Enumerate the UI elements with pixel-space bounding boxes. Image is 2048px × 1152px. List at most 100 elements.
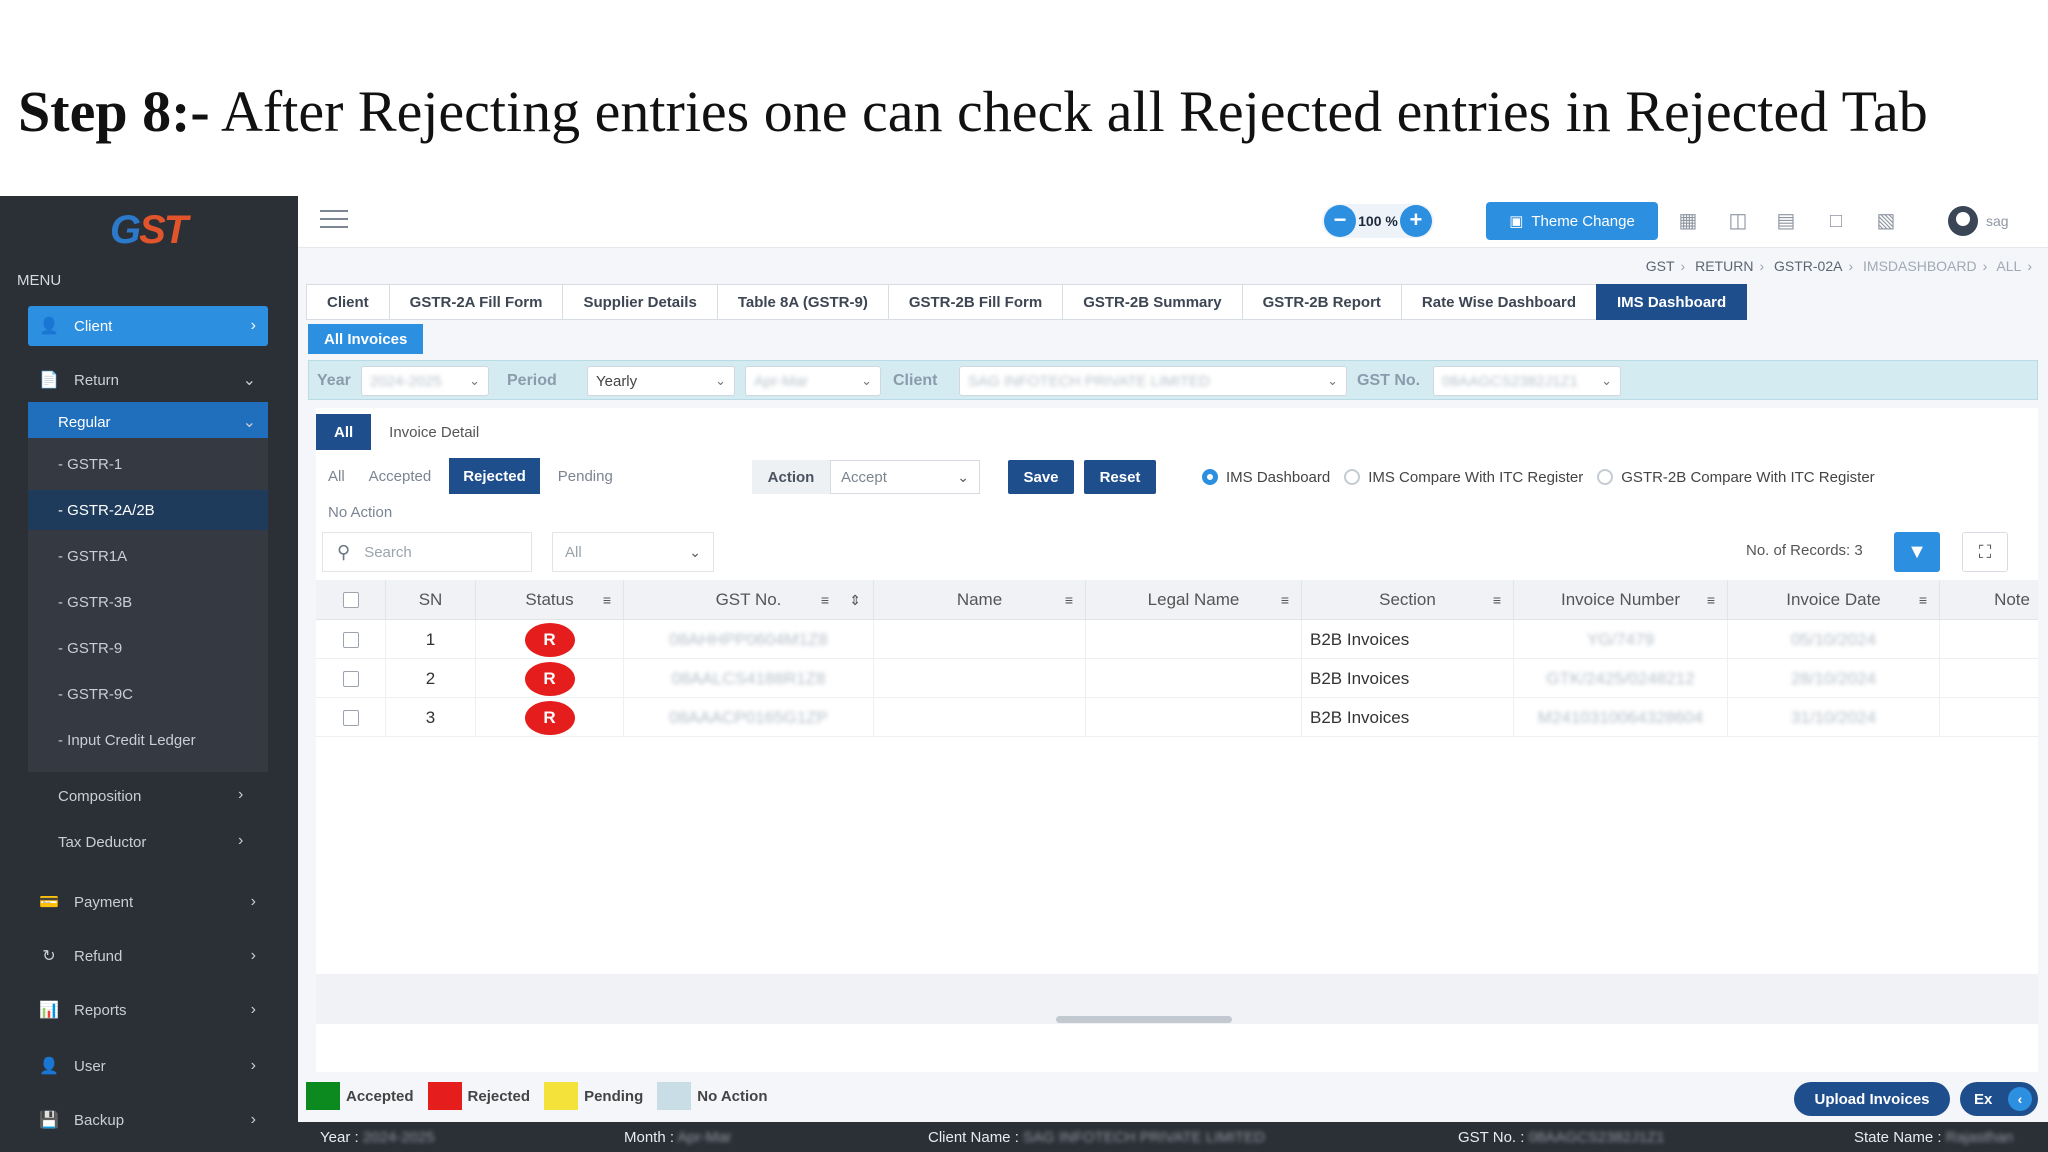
- reset-button[interactable]: Reset: [1084, 460, 1156, 494]
- rejected-status-badge: R: [524, 700, 575, 735]
- action-select[interactable]: Accept ⌄: [830, 460, 980, 494]
- sort-icon[interactable]: ⇕: [849, 592, 861, 609]
- record-count: No. of Records: 3: [1746, 542, 1863, 559]
- sidebar-subitem-gstr2a2b[interactable]: - GSTR-2A/2B: [28, 490, 268, 530]
- month-select[interactable]: Apr-Mar ⌄: [745, 366, 881, 396]
- logo-text-accent: ST: [139, 208, 188, 252]
- all-invoices-tab[interactable]: All Invoices: [308, 324, 424, 354]
- calendar-icon[interactable]: ▧: [1874, 210, 1898, 232]
- status-tab-pending[interactable]: Pending: [546, 458, 625, 494]
- column-filter-select[interactable]: All ⌄: [552, 532, 714, 572]
- table-row[interactable]: 1 R 08AHHPP0604M1Z8 B2B Invoices YG/7479…: [316, 620, 2038, 659]
- status-tab-accepted[interactable]: Accepted: [357, 458, 444, 494]
- status-tab-all[interactable]: All: [316, 458, 357, 494]
- sidebar-item-reports[interactable]: 📊 Reports ›: [28, 990, 268, 1030]
- column-menu-icon[interactable]: ≡: [1281, 592, 1289, 608]
- horizontal-scrollbar[interactable]: [1056, 1016, 1232, 1023]
- period-select[interactable]: Yearly ⌄: [587, 366, 735, 396]
- segment-invoice-detail[interactable]: Invoice Detail: [371, 414, 497, 450]
- filter-button[interactable]: ▼: [1894, 532, 1940, 572]
- sidebar-subitem-gstr9[interactable]: - GSTR-9: [28, 628, 268, 668]
- tab-ims-dashboard[interactable]: IMS Dashboard: [1595, 284, 1748, 320]
- column-header-note[interactable]: Note: [1940, 580, 2038, 620]
- column-menu-icon[interactable]: ≡: [1065, 592, 1073, 608]
- sidebar-subitem-gstr1[interactable]: - GSTR-1: [28, 444, 268, 484]
- row-checkbox[interactable]: [342, 709, 359, 726]
- column-menu-icon[interactable]: ≡: [821, 592, 829, 608]
- calculator-icon[interactable]: ▤: [1774, 210, 1798, 232]
- column-menu-icon[interactable]: ≡: [603, 592, 611, 608]
- export-button[interactable]: Ex ‹: [1960, 1082, 2038, 1116]
- tab-gstr2a-fill-form[interactable]: GSTR-2A Fill Form: [388, 284, 563, 320]
- breadcrumb-item[interactable]: ALL: [1996, 258, 2021, 274]
- column-header-gst-no[interactable]: GST No. ≡ ⇕: [624, 580, 874, 620]
- year-select[interactable]: 2024-2025 ⌄: [361, 366, 489, 396]
- sidebar-item-backup[interactable]: 💾 Backup ›: [28, 1100, 268, 1140]
- tab-gstr2b-report[interactable]: GSTR-2B Report: [1241, 284, 1401, 320]
- hamburger-menu-icon[interactable]: [320, 210, 348, 230]
- save-button[interactable]: Save: [1008, 460, 1074, 494]
- radio-ims-dashboard[interactable]: [1202, 469, 1218, 485]
- sidebar-item-return[interactable]: 📄 Return ⌄: [28, 360, 268, 400]
- upload-invoices-button[interactable]: Upload Invoices: [1794, 1082, 1950, 1116]
- tab-rate-wise-dashboard[interactable]: Rate Wise Dashboard: [1400, 284, 1596, 320]
- tab-gstr2b-summary[interactable]: GSTR-2B Summary: [1062, 284, 1242, 320]
- sidebar-item-composition[interactable]: Composition: [58, 788, 141, 805]
- user-profile[interactable]: sag: [1948, 206, 2038, 236]
- sidebar-item-regular[interactable]: Regular ⌄: [28, 402, 268, 442]
- tab-client[interactable]: Client: [306, 284, 389, 320]
- column-header-invoice-number[interactable]: Invoice Number ≡: [1514, 580, 1728, 620]
- tab-table-8a[interactable]: Table 8A (GSTR-9): [716, 284, 888, 320]
- sidebar-item-tax-deductor[interactable]: Tax Deductor: [58, 834, 146, 851]
- column-header-sn[interactable]: SN: [386, 580, 476, 620]
- table-row[interactable]: 3 R 08AAACP0165G1ZP B2B Invoices M241031…: [316, 698, 2038, 737]
- column-menu-icon[interactable]: ≡: [1493, 592, 1501, 608]
- zoom-control: − 100 % +: [1322, 204, 1434, 238]
- theme-change-button[interactable]: ▣ Theme Change: [1486, 202, 1658, 240]
- column-header-name[interactable]: Name ≡: [874, 580, 1086, 620]
- column-header-legal-name[interactable]: Legal Name ≡: [1086, 580, 1302, 620]
- chevron-left-icon[interactable]: ‹: [2008, 1087, 2032, 1111]
- breadcrumb-item[interactable]: RETURN: [1695, 258, 1753, 274]
- grid-icon[interactable]: ▦: [1676, 210, 1700, 232]
- column-header-invoice-date[interactable]: Invoice Date ≡: [1728, 580, 1940, 620]
- zoom-out-button[interactable]: −: [1324, 205, 1356, 237]
- row-checkbox[interactable]: [342, 670, 359, 687]
- sidebar-item-refund[interactable]: ↻ Refund ›: [28, 936, 268, 976]
- client-select[interactable]: SAG INFOTECH PRIVATE LIMITED ⌄: [959, 366, 1347, 396]
- gst-no-select[interactable]: 08AAGCS2382J1Z1 ⌄: [1433, 366, 1621, 396]
- row-checkbox[interactable]: [342, 631, 359, 648]
- sidebar-item-client[interactable]: 👤 Client ›: [28, 306, 268, 346]
- sidebar-subitem-gstr3b[interactable]: - GSTR-3B: [28, 582, 268, 622]
- tab-gstr2b-fill-form[interactable]: GSTR-2B Fill Form: [887, 284, 1063, 320]
- column-label: Section: [1379, 590, 1436, 609]
- sidebar-subitem-gstr1a[interactable]: - GSTR1A: [28, 536, 268, 576]
- radio-gstr2b-compare-itc[interactable]: [1597, 469, 1614, 485]
- tab-supplier-details[interactable]: Supplier Details: [562, 284, 717, 320]
- section-cell: B2B Invoices: [1302, 659, 1514, 698]
- building-icon[interactable]: ◫: [1726, 210, 1750, 232]
- select-all-checkbox[interactable]: [342, 592, 359, 608]
- breadcrumb-item[interactable]: IMSDASHBOARD: [1863, 258, 1977, 274]
- status-tab-rejected[interactable]: Rejected: [449, 458, 540, 494]
- invoice-date-value: 31/10/2024: [1790, 707, 1877, 727]
- legal-name-cell: [1086, 698, 1302, 737]
- table-row[interactable]: 2 R 08AALCS4188R1Z8 B2B Invoices GTK/242…: [316, 659, 2038, 698]
- segment-all[interactable]: All: [316, 414, 372, 450]
- sidebar-item-user[interactable]: 👤 User ›: [28, 1046, 268, 1086]
- column-header-section[interactable]: Section ≡: [1302, 580, 1514, 620]
- breadcrumb-item[interactable]: GST: [1646, 258, 1675, 274]
- column-menu-icon[interactable]: ≡: [1919, 592, 1927, 608]
- column-header-status[interactable]: Status ≡: [476, 580, 624, 620]
- status-tab-no-action[interactable]: No Action: [328, 504, 392, 521]
- search-box[interactable]: ⚲ Search: [322, 532, 532, 572]
- zoom-in-button[interactable]: +: [1399, 205, 1432, 237]
- sidebar-item-payment[interactable]: 💳 Payment ›: [28, 882, 268, 922]
- breadcrumb-item[interactable]: GSTR-02A: [1774, 258, 1842, 274]
- sidebar-subitem-input-credit-ledger[interactable]: - Input Credit Ledger: [28, 720, 268, 760]
- sidebar-subitem-gstr9c[interactable]: - GSTR-9C: [28, 674, 268, 714]
- fullscreen-button[interactable]: ⛶: [1962, 532, 2008, 572]
- radio-ims-compare-itc[interactable]: [1344, 469, 1361, 485]
- chat-icon[interactable]: □: [1824, 210, 1848, 232]
- column-menu-icon[interactable]: ≡: [1707, 592, 1715, 608]
